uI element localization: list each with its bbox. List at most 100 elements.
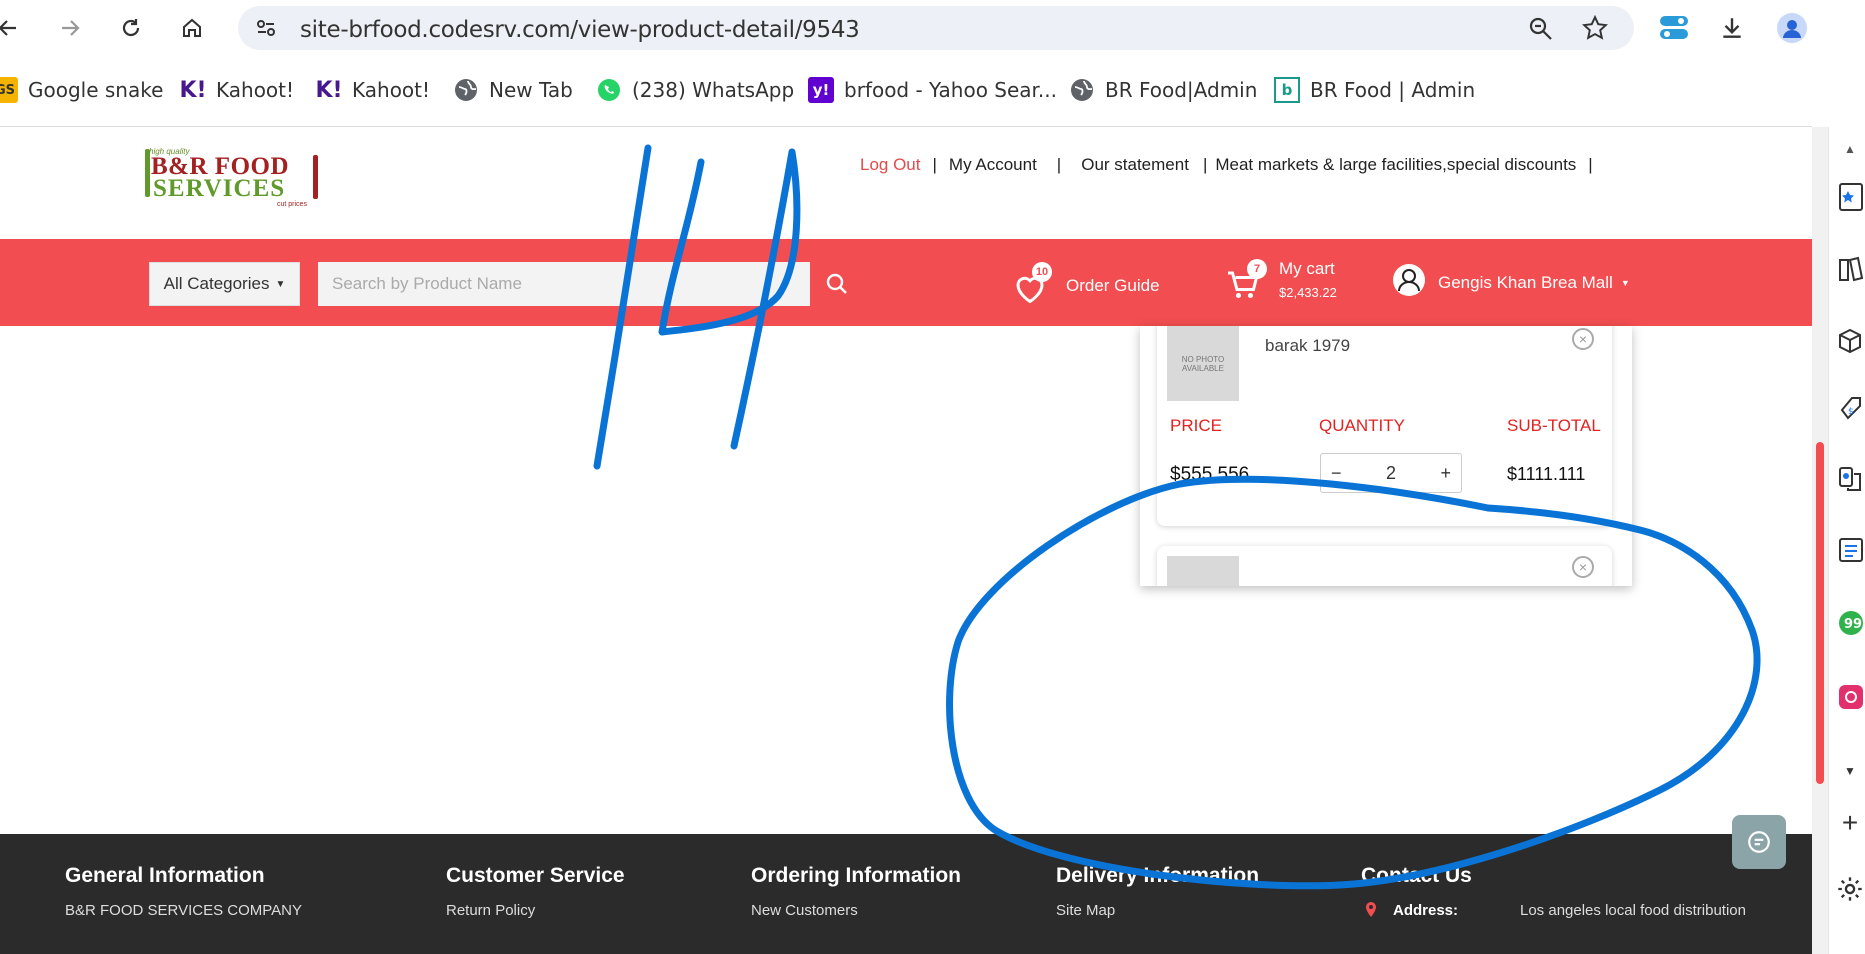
- b-icon: b: [1274, 77, 1300, 103]
- categories-dropdown[interactable]: All Categories ▼: [149, 262, 300, 306]
- footer-column-general: General Information: [65, 864, 265, 887]
- statement-link[interactable]: Our statement: [1081, 155, 1189, 175]
- footer-link[interactable]: New Customers: [751, 902, 858, 919]
- subtotal-header: SUB-TOTAL: [1507, 416, 1601, 435]
- bookmarks-panel-icon[interactable]: [1835, 179, 1865, 215]
- address-label: Address:: [1393, 902, 1459, 919]
- devices-icon[interactable]: [1835, 461, 1865, 497]
- kahoot-icon: K!: [179, 77, 207, 103]
- chat-icon: [1748, 831, 1770, 853]
- bookmarks-bar: GS Google snake K! Kahoot! K! Kahoot! Ne…: [0, 70, 1865, 110]
- heart-icon: 10: [1012, 262, 1052, 306]
- search-icon: [826, 273, 847, 294]
- cart-item-card: ×: [1157, 546, 1612, 586]
- caret-down-icon: ▼: [1620, 277, 1630, 288]
- kahoot-icon: K!: [315, 77, 343, 103]
- cart-badge: 7: [1247, 259, 1267, 279]
- my-account-link[interactable]: My Account: [949, 155, 1037, 175]
- scroll-up-icon[interactable]: ▲: [1835, 131, 1865, 167]
- add-icon[interactable]: +: [1835, 805, 1865, 841]
- link-separator: |: [932, 155, 937, 174]
- notes-icon[interactable]: [1835, 531, 1865, 567]
- site-logo[interactable]: high quality B&R FOOD SERVICES cut price…: [145, 147, 320, 208]
- item-price: $555.556: [1170, 464, 1250, 485]
- item-subtotal: $1111.111: [1507, 464, 1586, 484]
- bookmark-item[interactable]: New Tab: [453, 70, 573, 110]
- logout-link[interactable]: Log Out: [860, 155, 921, 175]
- instagram-icon[interactable]: [1835, 679, 1865, 715]
- quote-icon[interactable]: 99: [1835, 605, 1865, 641]
- page-scrollbar[interactable]: [1812, 127, 1828, 954]
- search-input[interactable]: [318, 262, 810, 306]
- bookmark-star-icon[interactable]: [1581, 14, 1609, 46]
- footer-column-ordering: Ordering Information: [751, 864, 961, 887]
- cart-icon: 7: [1225, 257, 1267, 301]
- link-separator: |: [1056, 155, 1062, 174]
- address-value: Los angeles local food distribution: [1520, 902, 1746, 919]
- reading-list-icon[interactable]: [1835, 251, 1865, 287]
- price-tag-icon[interactable]: $: [1835, 391, 1865, 427]
- settings-gear-icon[interactable]: [1835, 871, 1865, 907]
- meat-markets-link[interactable]: Meat markets & large facilities,special …: [1215, 155, 1576, 175]
- no-photo-image: NO PHOTO AVAILABLE: [1167, 326, 1239, 401]
- zoom-icon[interactable]: [1528, 16, 1554, 47]
- price-header: PRICE: [1170, 416, 1222, 435]
- scroll-down-icon[interactable]: ▼: [1835, 753, 1865, 789]
- reload-icon[interactable]: [113, 10, 149, 46]
- back-icon[interactable]: [0, 10, 26, 46]
- link-separator: |: [1202, 155, 1208, 174]
- web-page: high quality B&R FOOD SERVICES cut price…: [0, 127, 1812, 954]
- bookmark-item[interactable]: y! brfood - Yahoo Sear...: [808, 70, 1057, 110]
- footer-column-delivery: Delivery Information: [1056, 864, 1260, 887]
- search-button[interactable]: [810, 262, 863, 306]
- site-settings-icon[interactable]: [254, 16, 278, 40]
- gs-icon: GS: [0, 77, 18, 103]
- quantity-value[interactable]: 2: [1386, 463, 1396, 484]
- footer-column-customer-service: Customer Service: [446, 864, 625, 887]
- user-avatar-icon: [1392, 263, 1426, 302]
- svg-text:$: $: [1848, 407, 1854, 417]
- remove-item-icon[interactable]: ×: [1572, 556, 1594, 578]
- bookmark-item[interactable]: (238) WhatsApp: [596, 70, 794, 110]
- cart-dropdown: NO PHOTO AVAILABLE barak 1979 × PRICE QU…: [1140, 326, 1632, 586]
- download-icon[interactable]: [1714, 10, 1750, 46]
- globe-icon: [1069, 77, 1095, 103]
- bookmark-item[interactable]: K! Kahoot!: [179, 70, 294, 110]
- whatsapp-icon: [596, 77, 622, 103]
- cart-item-card: NO PHOTO AVAILABLE barak 1979 × PRICE QU…: [1157, 326, 1612, 526]
- my-cart-link[interactable]: 7 My cart $2,433.22: [1225, 257, 1337, 301]
- scrollbar-thumb[interactable]: [1816, 442, 1824, 784]
- top-links: Log Out | My Account | Our statement | M…: [860, 155, 1605, 175]
- profile-avatar-icon[interactable]: [1774, 10, 1810, 46]
- link-separator: |: [1588, 155, 1593, 174]
- footer-link[interactable]: Site Map: [1056, 902, 1115, 919]
- remove-item-icon[interactable]: ×: [1572, 328, 1594, 350]
- order-guide-link[interactable]: 10 Order Guide: [1012, 262, 1160, 306]
- increment-button[interactable]: +: [1440, 463, 1451, 484]
- address-bar[interactable]: site-brfood.codesrv.com/view-product-det…: [238, 6, 1634, 50]
- url-text[interactable]: site-brfood.codesrv.com/view-product-det…: [300, 17, 860, 43]
- home-icon[interactable]: [174, 10, 210, 46]
- cart-item-name[interactable]: barak 1979: [1265, 336, 1350, 356]
- footer-column-contact: Contact Us: [1361, 864, 1472, 887]
- fork-icon: [145, 149, 150, 197]
- forward-icon[interactable]: [52, 10, 88, 46]
- extension-toggle-icon[interactable]: [1656, 10, 1692, 46]
- browser-toolbar: site-brfood.codesrv.com/view-product-det…: [0, 0, 1865, 56]
- caret-down-icon: ▼: [275, 278, 286, 290]
- globe-icon: [453, 77, 479, 103]
- bookmark-item[interactable]: GS Google snake: [0, 70, 163, 110]
- bookmark-item[interactable]: b BR Food | Admin: [1274, 70, 1475, 110]
- footer-link[interactable]: Return Policy: [446, 902, 535, 919]
- user-menu[interactable]: Gengis Khan Brea Mall ▼: [1392, 263, 1630, 302]
- yahoo-icon: y!: [808, 77, 834, 103]
- footer-link[interactable]: B&R FOOD SERVICES COMPANY: [65, 902, 302, 919]
- bookmark-item[interactable]: BR Food|Admin: [1069, 70, 1257, 110]
- chat-button[interactable]: [1732, 815, 1786, 869]
- decrement-button[interactable]: −: [1331, 463, 1342, 484]
- box-icon[interactable]: [1835, 323, 1865, 359]
- quantity-stepper[interactable]: − 2 +: [1320, 453, 1462, 493]
- knife-icon: [313, 155, 318, 199]
- quantity-header: QUANTITY: [1319, 416, 1405, 435]
- bookmark-item[interactable]: K! Kahoot!: [315, 70, 430, 110]
